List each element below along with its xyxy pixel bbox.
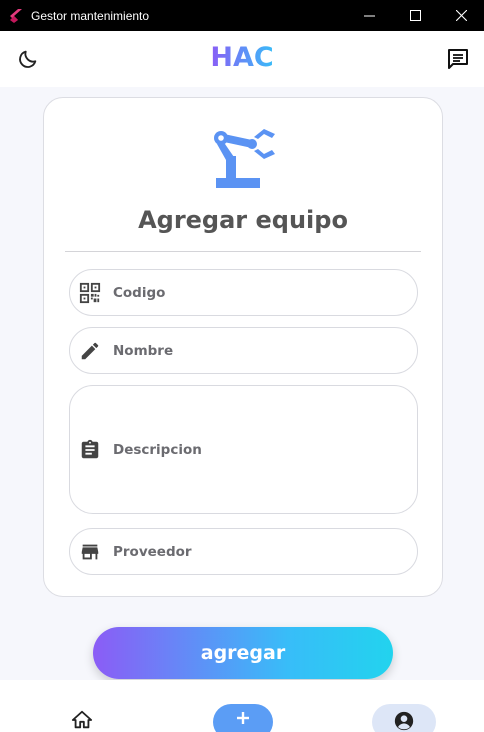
bottom-navigation <box>0 680 484 732</box>
brand-logo: HAC <box>0 42 484 73</box>
nav-profile-button[interactable] <box>372 704 436 732</box>
nombre-placeholder: Nombre <box>113 342 174 359</box>
codigo-placeholder: Codigo <box>113 284 166 301</box>
title-divider <box>65 251 421 252</box>
plus-icon <box>237 712 249 724</box>
add-equipment-card: Agregar equipo Codigo Nombre Descripcion… <box>43 97 443 597</box>
maximize-icon <box>409 10 421 21</box>
agregar-button[interactable]: agregar <box>93 627 393 679</box>
minimize-button[interactable] <box>346 0 392 31</box>
descripcion-placeholder: Descripcion <box>113 441 202 458</box>
maximize-button[interactable] <box>392 0 438 31</box>
close-icon <box>455 10 467 21</box>
form-title: Agregar equipo <box>138 206 348 234</box>
proveedor-placeholder: Proveedor <box>113 543 192 560</box>
proveedor-field[interactable]: Proveedor <box>69 528 418 575</box>
account-icon <box>394 711 414 731</box>
window-title: Gestor mantenimiento <box>31 8 150 23</box>
brand-text: HAC <box>210 42 274 73</box>
nav-add-button[interactable] <box>213 704 273 732</box>
clipboard-icon <box>81 439 99 458</box>
home-icon[interactable] <box>71 709 93 731</box>
qr-code-icon <box>79 282 101 303</box>
nombre-field[interactable]: Nombre <box>69 327 418 374</box>
robot-arm-icon <box>214 129 275 188</box>
flutter-app-icon <box>10 8 22 23</box>
window-titlebar: Gestor mantenimiento <box>0 0 484 31</box>
close-button[interactable] <box>438 0 484 31</box>
chat-icon[interactable] <box>446 47 470 71</box>
app-header: HAC <box>0 31 484 87</box>
pencil-icon <box>81 342 99 359</box>
descripcion-field[interactable]: Descripcion <box>69 385 418 514</box>
codigo-field[interactable]: Codigo <box>69 269 418 316</box>
minimize-icon <box>363 15 375 17</box>
store-icon <box>81 544 99 559</box>
